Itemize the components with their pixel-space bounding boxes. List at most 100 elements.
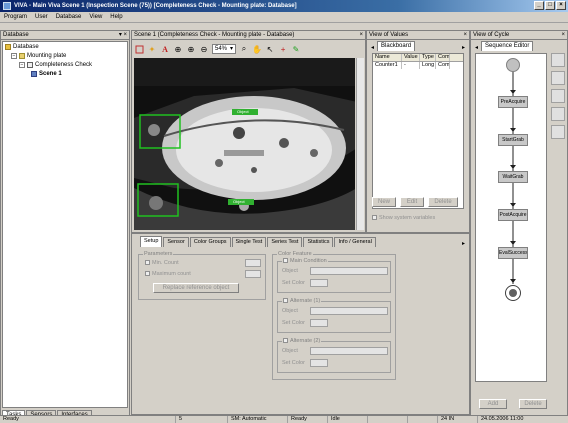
tree-label: Database <box>13 44 39 50</box>
tab-setup[interactable]: Setup <box>140 236 163 247</box>
table-row[interactable]: Counter1 - Long Comp <box>373 62 463 69</box>
status-state: Ready <box>288 416 328 423</box>
text-tool-icon[interactable]: A <box>160 44 170 54</box>
alternate-1-checkbox[interactable]: Alternate (1) <box>282 298 322 304</box>
pane-close-icon[interactable]: × <box>561 31 565 39</box>
tree-item-scene-1[interactable]: Scene 1 <box>31 71 62 77</box>
color-picker-icon[interactable]: ✎ <box>291 44 301 54</box>
title-bar: VIVA - Main Viva Scene 1 (Inspection Sce… <box>0 0 568 12</box>
pane-close-icon[interactable]: ▾ × <box>119 31 127 39</box>
sequence-canvas[interactable]: PreAcquire StartGrab WaitGrab PostAcquir… <box>475 53 547 382</box>
set-color-field[interactable] <box>310 359 328 367</box>
collapse-icon[interactable]: − <box>19 62 25 68</box>
tab-series-test[interactable]: Series Test <box>267 237 303 247</box>
set-color-field[interactable] <box>310 319 328 327</box>
tab-single-test[interactable]: Single Test <box>231 237 267 247</box>
tool-icon[interactable] <box>551 107 565 121</box>
maximize-button[interactable]: □ <box>545 1 555 10</box>
close-button[interactable]: × <box>556 1 566 10</box>
max-count-field[interactable] <box>245 270 261 278</box>
zoom-select[interactable]: 54% ▾ <box>212 44 237 54</box>
tab-scroll-right-icon[interactable]: ▸ <box>460 44 467 51</box>
hand-icon[interactable]: ✋ <box>252 44 262 54</box>
menu-program[interactable]: Program <box>4 14 27 20</box>
tab-color-groups[interactable]: Color Groups <box>189 237 231 247</box>
tab-sensor[interactable]: Sensor <box>163 237 189 247</box>
status-field <box>368 416 408 423</box>
field-label: Set Color <box>282 280 305 286</box>
table-cell: - <box>402 62 420 69</box>
field-label: Object <box>282 268 298 274</box>
search-icon[interactable]: ⌕ <box>239 44 249 54</box>
tool-icon[interactable] <box>551 125 565 139</box>
tree-item-database[interactable]: Database <box>5 44 39 50</box>
main-condition-checkbox[interactable]: Main Condition <box>282 258 328 264</box>
tab-scroll-left-icon[interactable]: ◂ <box>473 44 480 51</box>
delete-button[interactable]: Delete <box>428 197 458 207</box>
end-node-icon[interactable] <box>505 285 521 301</box>
tab-scroll-right-icon[interactable]: ▸ <box>462 240 467 247</box>
sequence-node[interactable]: WaitGrab <box>498 171 528 183</box>
object-select[interactable] <box>310 307 388 315</box>
tool-icon[interactable] <box>551 53 565 67</box>
parameters-group: Parameters Min. Count Maximum count Repl… <box>138 251 266 300</box>
tree-item-mounting-plate[interactable]: − Mounting plate <box>11 53 66 59</box>
table-cell: Long <box>422 62 436 69</box>
min-count-field[interactable] <box>245 259 261 267</box>
minimize-button[interactable]: _ <box>534 1 544 10</box>
pointer-icon[interactable]: ↖ <box>265 44 275 54</box>
sequence-node[interactable]: PostAcquire <box>498 209 528 221</box>
max-count-checkbox[interactable]: Maximum count <box>145 271 191 277</box>
menu-help[interactable]: Help <box>110 14 122 20</box>
tab-sequence-editor[interactable]: Sequence Editor <box>481 41 534 51</box>
sequence-node[interactable]: EvalSuccess <box>498 247 528 259</box>
menu-user[interactable]: User <box>35 14 48 20</box>
zoom-in-icon[interactable]: ⊕ <box>173 44 183 54</box>
status-count: 5 <box>176 416 228 423</box>
image-scrollbar[interactable] <box>356 58 364 230</box>
crosshair-icon[interactable]: + <box>278 44 288 54</box>
start-node-icon[interactable] <box>506 58 520 72</box>
object-select[interactable] <box>310 347 388 355</box>
pane-close-icon[interactable]: × <box>359 31 363 39</box>
menu-database[interactable]: Database <box>56 14 82 20</box>
replace-reference-button[interactable]: Replace reference object <box>153 283 239 293</box>
zoom-icon[interactable]: ⊕ <box>186 44 196 54</box>
cycle-pane-header: View of Cycle × <box>471 31 567 40</box>
scene-pane-header: Scene 1 (Completeness Check - Mounting p… <box>132 31 365 40</box>
tab-statistics[interactable]: Statistics <box>303 237 334 247</box>
zoom-out-icon[interactable]: ⊖ <box>199 44 209 54</box>
app-icon <box>3 2 11 10</box>
column-header[interactable]: Com <box>436 54 450 61</box>
sequence-node[interactable]: StartGrab <box>498 134 528 146</box>
sequence-node[interactable]: PreAcquire <box>498 96 528 108</box>
pane-close-icon[interactable]: × <box>463 31 467 39</box>
show-system-variables-checkbox[interactable]: Show system variables <box>372 215 435 221</box>
object-select[interactable] <box>310 267 388 275</box>
add-button[interactable]: Add <box>479 399 507 409</box>
scene-pane-title: Scene 1 (Completeness Check - Mounting p… <box>134 32 295 38</box>
tool-icon[interactable] <box>551 71 565 85</box>
collapse-icon[interactable]: − <box>11 53 17 59</box>
new-button[interactable]: New <box>372 197 396 207</box>
roi-rect-icon[interactable] <box>134 44 144 54</box>
tool-icon[interactable] <box>551 89 565 103</box>
tab-info-general[interactable]: Info / General <box>334 237 376 247</box>
status-datetime: 24.05.2006 11:00 <box>481 416 524 422</box>
star-icon[interactable]: ✦ <box>147 44 157 54</box>
edit-button[interactable]: Edit <box>400 197 424 207</box>
min-count-checkbox[interactable]: Min. Count <box>145 260 179 266</box>
tab-blackboard[interactable]: Blackboard <box>377 41 416 51</box>
roi-label: Object <box>233 199 245 204</box>
set-color-field[interactable] <box>310 279 328 287</box>
tab-scroll-left-icon[interactable]: ◂ <box>369 44 376 51</box>
column-header[interactable]: Name <box>373 54 402 61</box>
menu-view[interactable]: View <box>89 14 102 20</box>
camera-image[interactable]: Object Object <box>134 58 355 230</box>
alternate-2-checkbox[interactable]: Alternate (2) <box>282 338 322 344</box>
tree-item-completeness-check[interactable]: − Completeness Check <box>19 62 92 68</box>
delete-node-button[interactable]: Delete <box>519 399 547 409</box>
database-icon <box>5 44 11 50</box>
column-header[interactable]: Type <box>420 54 436 61</box>
column-header[interactable]: Value <box>402 54 420 61</box>
